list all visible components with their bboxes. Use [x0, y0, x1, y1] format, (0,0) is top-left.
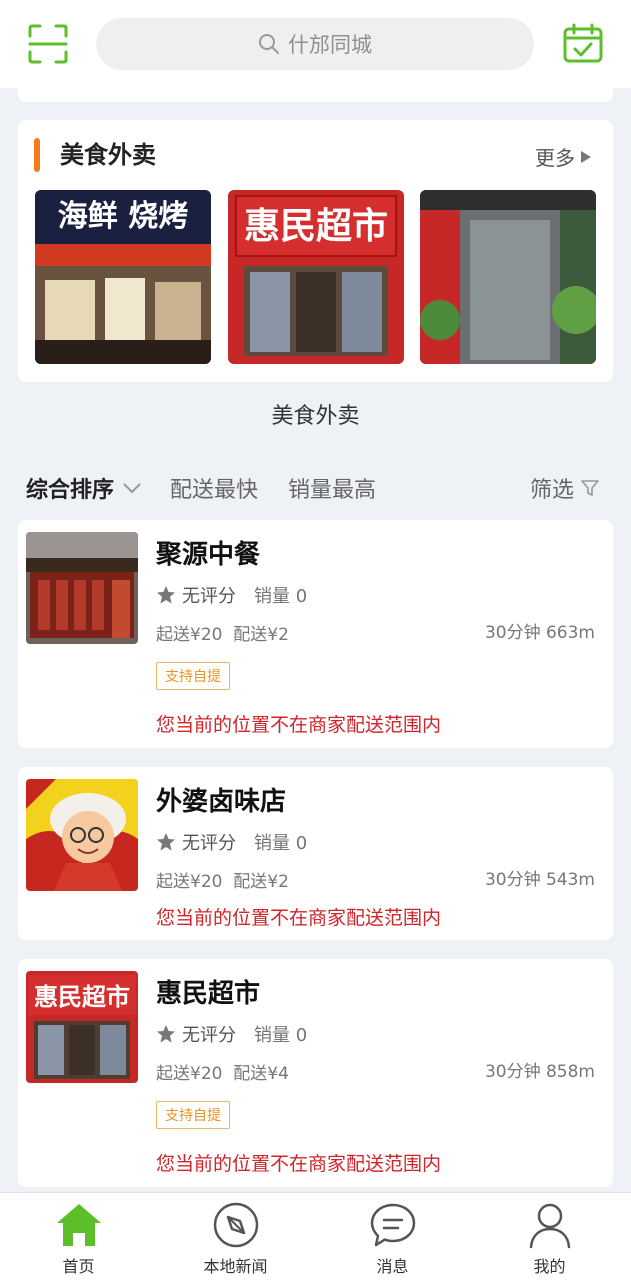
shop-card-huimin[interactable]: 惠民超市 惠民超市 无评分 销量 0 起送¥20 配送¥4 30分钟 858m … [18, 959, 613, 1187]
sort-comprehensive-label: 综合排序 [26, 478, 115, 503]
filter-label: 筛选 [530, 478, 575, 503]
sort-fastest-delivery[interactable]: 配送最快 [170, 472, 258, 504]
nav-messages-label: 消息 [376, 1257, 409, 1276]
search-input[interactable]: 什邡同城 [96, 18, 534, 70]
section-title: 美食外卖 [60, 141, 156, 169]
huimin-sign-text: 惠民超市 [34, 983, 130, 1011]
filter-button[interactable]: 筛选 [530, 472, 600, 504]
sales-text: 销量 0 [254, 1025, 308, 1046]
min-order: 起送¥20 [156, 872, 223, 892]
min-order: 起送¥20 [156, 625, 223, 645]
rating-text: 无评分 [182, 1025, 236, 1046]
sort-filter-bar: 综合排序 配送最快 销量最高 筛选 [0, 452, 631, 520]
sales-text: 销量 0 [254, 586, 308, 607]
shop-image [26, 779, 138, 891]
shop-name: 外婆卤味店 [156, 787, 287, 817]
shop-thumbnail-storefront[interactable] [420, 190, 596, 364]
nav-me-label: 我的 [533, 1257, 566, 1276]
section-accent-bar [34, 138, 40, 172]
compass-icon [213, 1202, 259, 1248]
fee-row: 起送¥20 配送¥4 [156, 1059, 289, 1084]
star-icon [157, 586, 175, 604]
message-icon [370, 1203, 416, 1247]
sales-text: 销量 0 [254, 833, 308, 854]
food-delivery-card: 美食外卖 更多 海鲜 烧烤 惠民超市 [18, 120, 613, 382]
filter-funnel-icon [581, 480, 599, 496]
delivery-fee: 配送¥2 [233, 872, 289, 892]
huimin-sign-text: 惠民超市 [244, 206, 388, 247]
more-label: 更多 [535, 146, 575, 170]
more-link[interactable]: 更多 [535, 142, 591, 171]
rating-text: 无评分 [182, 586, 236, 607]
bottom-navigation: 首页 本地新闻 消息 我的 [0, 1192, 631, 1280]
shop-image [26, 532, 138, 644]
shop-card-juyuan[interactable]: 聚源中餐 无评分 销量 0 起送¥20 配送¥2 30分钟 663m 支持自提 … [18, 520, 613, 748]
out-of-range-warning: 您当前的位置不在商家配送范围内 [156, 907, 442, 929]
shop-thumbnail-seafood-bbq[interactable]: 海鲜 烧烤 [35, 190, 211, 364]
calendar-check-icon[interactable] [562, 22, 604, 64]
user-icon [529, 1203, 571, 1249]
home-icon [57, 1204, 101, 1246]
chevron-down-icon [123, 483, 141, 494]
previous-card-bottom [18, 88, 613, 102]
shop-image: 惠民超市 [26, 971, 138, 1083]
out-of-range-warning: 您当前的位置不在商家配送范围内 [156, 1153, 442, 1175]
rating-text: 无评分 [182, 833, 236, 854]
shop-rating-row: 无评分 销量 0 [156, 582, 307, 608]
shop-name: 聚源中餐 [156, 540, 261, 570]
fee-row: 起送¥20 配送¥2 [156, 620, 289, 645]
triangle-right-icon [581, 150, 591, 163]
min-order: 起送¥20 [156, 1064, 223, 1084]
nav-local-news[interactable]: 本地新闻 [157, 1193, 314, 1280]
sort-best-selling[interactable]: 销量最高 [288, 472, 376, 504]
nav-home[interactable]: 首页 [0, 1193, 157, 1280]
delivery-time-distance: 30分钟 663m [484, 623, 595, 643]
star-icon [157, 833, 175, 851]
seafood-sign-text: 海鲜 烧烤 [58, 199, 188, 234]
fee-row: 起送¥20 配送¥2 [156, 867, 289, 892]
delivery-fee: 配送¥4 [233, 1064, 289, 1084]
self-pickup-badge: 支持自提 [156, 1101, 230, 1129]
delivery-fee: 配送¥2 [233, 625, 289, 645]
shop-card-waipo[interactable]: 外婆卤味店 无评分 销量 0 起送¥20 配送¥2 30分钟 543m 您当前的… [18, 767, 613, 940]
shop-rating-row: 无评分 销量 0 [156, 829, 307, 855]
self-pickup-badge: 支持自提 [156, 662, 230, 690]
section-caption: 美食外卖 [271, 404, 360, 429]
nav-messages[interactable]: 消息 [314, 1193, 471, 1280]
shop-thumbnail-huimin[interactable]: 惠民超市 [228, 190, 404, 364]
sort-comprehensive[interactable]: 综合排序 [26, 472, 142, 504]
out-of-range-warning: 您当前的位置不在商家配送范围内 [156, 714, 442, 736]
shop-rating-row: 无评分 销量 0 [156, 1021, 307, 1047]
search-icon [259, 34, 279, 54]
delivery-time-distance: 30分钟 543m [484, 870, 595, 890]
delivery-time-distance: 30分钟 858m [484, 1062, 595, 1082]
nav-home-label: 首页 [62, 1257, 95, 1276]
star-icon [157, 1025, 175, 1043]
nav-me[interactable]: 我的 [471, 1193, 628, 1280]
shop-name: 惠民超市 [156, 979, 261, 1009]
nav-local-news-label: 本地新闻 [203, 1257, 268, 1276]
scan-icon[interactable] [28, 24, 68, 64]
top-header: 什邡同城 [0, 0, 631, 88]
search-placeholder: 什邡同城 [288, 33, 372, 57]
